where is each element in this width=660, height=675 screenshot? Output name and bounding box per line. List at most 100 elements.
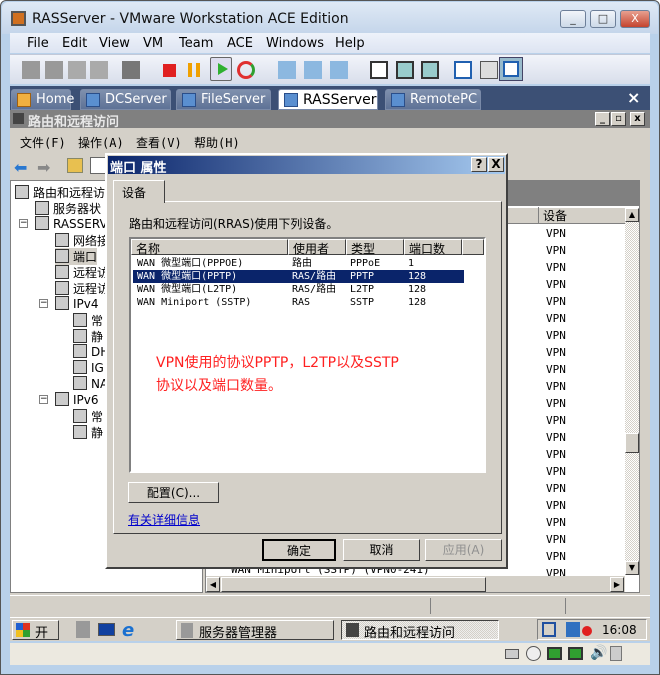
mmc-menu-file[interactable]: 文件(F) — [20, 134, 66, 151]
up-folder-icon[interactable] — [67, 158, 83, 173]
horizontal-scrollbar[interactable]: ◀ ▶ — [206, 576, 625, 592]
server-manager-quicklaunch-icon[interactable] — [76, 621, 90, 638]
volume-muted-icon[interactable] — [582, 626, 592, 636]
port-row-device[interactable]: VPN — [546, 227, 566, 240]
port-row-device[interactable]: VPN — [546, 465, 566, 478]
tree-item[interactable]: DH — [73, 344, 109, 359]
sidebar-view-icon[interactable] — [370, 61, 388, 79]
sound-icon[interactable]: 🔊 — [590, 645, 607, 661]
network-tray-icon[interactable] — [542, 622, 556, 637]
mmc-menu-action[interactable]: 操作(A) — [78, 134, 124, 151]
tab-fileserver[interactable]: FileServer — [176, 89, 271, 110]
collapse-toggle[interactable]: − — [19, 219, 28, 228]
close-button[interactable]: X — [620, 10, 650, 28]
tree-item[interactable]: 静 — [73, 328, 103, 345]
summary-icon[interactable] — [480, 61, 498, 79]
hscroll-thumb[interactable] — [221, 577, 486, 592]
tab-dcserver[interactable]: DCServer — [80, 89, 171, 110]
port-row-device[interactable]: VPN — [546, 431, 566, 444]
port-row-device[interactable]: VPN — [546, 482, 566, 495]
console-view-button[interactable] — [499, 57, 523, 81]
tree-item[interactable]: 端口 — [55, 248, 98, 265]
device-row[interactable]: WAN 微型端口(L2TP) RAS/路由 L2TP 128 — [133, 283, 464, 296]
tree-item[interactable]: 路由和远程访 — [15, 184, 105, 201]
port-row-device[interactable]: VPN — [546, 499, 566, 512]
console-restore-button[interactable]: ▫ — [611, 112, 626, 126]
usb-icon[interactable] — [90, 61, 108, 79]
settings-icon[interactable] — [454, 61, 472, 79]
minimize-button[interactable]: _ — [560, 10, 586, 28]
collapse-toggle[interactable]: − — [39, 299, 48, 308]
tree-item[interactable]: IG — [73, 360, 104, 375]
help-button[interactable]: ? — [471, 157, 487, 172]
tree-item[interactable]: 网络接 — [55, 232, 109, 249]
snapshot-manager-icon[interactable] — [330, 61, 348, 79]
pause-icon[interactable] — [188, 63, 200, 77]
tree-item[interactable]: 静 — [73, 424, 103, 441]
ie-icon[interactable]: e — [122, 620, 134, 641]
reset-icon[interactable] — [237, 61, 255, 79]
port-row-device[interactable]: VPN — [546, 363, 566, 376]
network-adapter-icon[interactable] — [568, 647, 583, 660]
fullscreen-icon[interactable] — [396, 61, 414, 79]
tree-item[interactable]: IPv4 — [55, 296, 99, 311]
tree-item[interactable]: 远程访 — [55, 264, 109, 281]
ok-button[interactable]: 确定 — [262, 539, 336, 561]
menu-vm[interactable]: VM — [143, 36, 163, 51]
port-row-device[interactable]: VPN — [546, 397, 566, 410]
show-desktop-icon[interactable] — [98, 623, 115, 636]
clock[interactable]: 16:08 — [602, 623, 637, 637]
menu-team[interactable]: Team — [179, 36, 213, 51]
dialog-close-button[interactable]: X — [488, 157, 504, 172]
tab-home[interactable]: Home — [11, 89, 74, 110]
port-row-device[interactable]: VPN — [546, 448, 566, 461]
menu-view[interactable]: View — [99, 36, 130, 51]
tree-item[interactable]: RASSERVE — [35, 216, 115, 231]
console-minimize-button[interactable]: _ — [595, 112, 610, 126]
port-row-device[interactable]: VPN — [546, 312, 566, 325]
column-header-device[interactable]: 设备 — [538, 207, 626, 223]
menu-edit[interactable]: Edit — [62, 36, 87, 51]
back-icon[interactable]: ⬅ — [14, 158, 27, 177]
device-row[interactable]: WAN 微型端口(PPPOE) 路由 PPPoE 1 — [133, 257, 464, 270]
port-row-device[interactable]: VPN — [546, 380, 566, 393]
devices-list[interactable]: 名称 使用者 类型 端口数 WAN 微型端口(PPPOE) 路由 PPPoE 1 WAN… — [129, 237, 486, 473]
column-header-user[interactable]: 使用者 — [288, 239, 346, 256]
tree-item[interactable]: 常 — [73, 408, 103, 425]
scroll-down-button[interactable]: ▼ — [625, 561, 639, 575]
port-row-device[interactable]: VPN — [546, 550, 566, 563]
tree-item[interactable]: 远程访 — [55, 280, 109, 297]
taskbar-server-manager[interactable]: 服务器管理器 — [176, 620, 334, 641]
column-header-ports[interactable]: 端口数 — [404, 239, 462, 256]
port-row-device[interactable]: VPN — [546, 329, 566, 342]
quick-switch-icon[interactable] — [421, 61, 439, 79]
close-tab-button[interactable]: × — [627, 88, 640, 107]
tree-item[interactable]: IPv6 — [55, 392, 99, 407]
column-header-name[interactable]: 名称 — [131, 239, 288, 256]
menu-file[interactable]: File — [27, 36, 49, 51]
console-icon[interactable] — [122, 61, 140, 79]
maximize-button[interactable]: □ — [590, 10, 616, 28]
snapshot-take-icon[interactable] — [278, 61, 296, 79]
snapshot-icon[interactable] — [22, 61, 40, 79]
tree-item[interactable]: 服务器状 — [35, 200, 101, 217]
cancel-button[interactable]: 取消 — [343, 539, 420, 561]
device-row[interactable]: WAN 微型端口(PPTP) RAS/路由 PPTP 128 — [133, 270, 464, 283]
menu-ace[interactable]: ACE — [227, 36, 253, 51]
vertical-scrollbar[interactable]: ▲ ▼ — [625, 208, 639, 575]
configure-button[interactable]: 配置(C)... — [128, 482, 219, 503]
stop-icon[interactable] — [163, 64, 176, 77]
device-row[interactable]: WAN Miniport (SSTP) RAS SSTP 128 — [133, 296, 464, 309]
apply-button[interactable]: 应用(A) — [425, 539, 502, 561]
menu-help[interactable]: Help — [335, 36, 365, 51]
port-row-device[interactable]: VPN — [546, 278, 566, 291]
port-row-device[interactable]: VPN — [546, 295, 566, 308]
tree-item[interactable]: 常 — [73, 312, 103, 329]
port-row-device[interactable]: VPN — [546, 533, 566, 546]
collapse-toggle[interactable]: − — [39, 395, 48, 404]
scroll-right-button[interactable]: ▶ — [610, 577, 624, 592]
tree-item[interactable]: NA — [73, 376, 108, 391]
column-header-type[interactable]: 类型 — [346, 239, 404, 256]
tab-devices[interactable]: 设备 — [113, 180, 165, 203]
more-info-link[interactable]: 有关详细信息 — [128, 511, 200, 528]
